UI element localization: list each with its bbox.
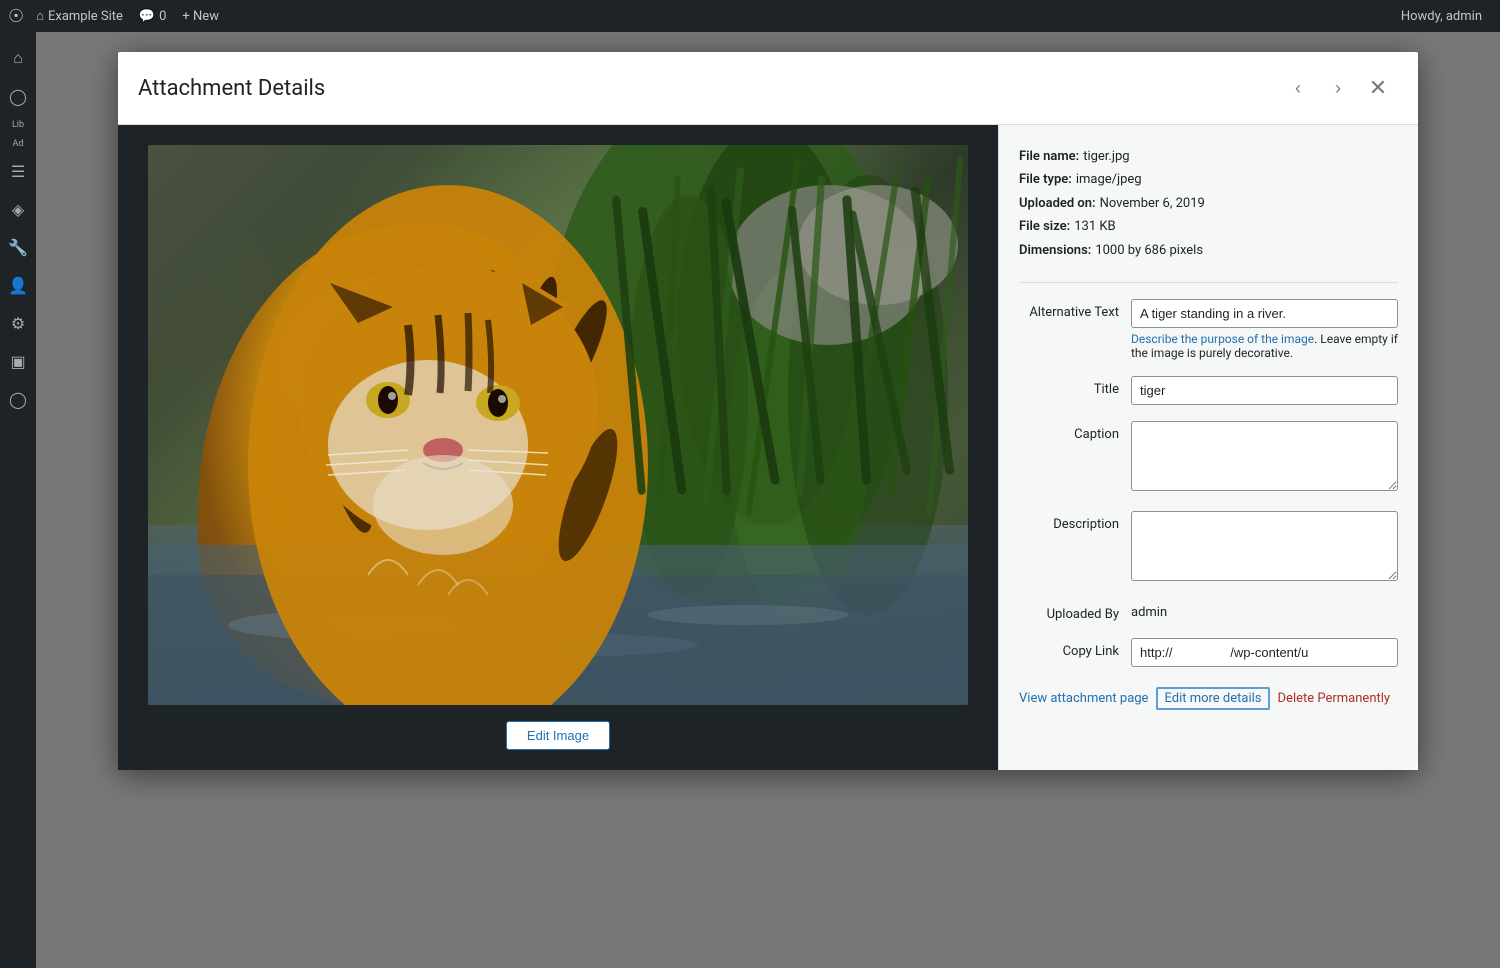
attachment-modal: Attachment Details ‹ › ✕ — [118, 52, 1418, 770]
sidebar-item-lib[interactable]: Lib — [10, 116, 26, 135]
copy-link-input[interactable] — [1131, 638, 1398, 667]
sidebar-icon-users[interactable]: 👤 — [0, 268, 36, 304]
copy-link-field-row: Copy Link — [1019, 638, 1398, 667]
copy-link-label: Copy Link — [1019, 638, 1119, 659]
image-panel: Edit Image — [118, 125, 998, 770]
edit-more-details-link[interactable]: Edit more details — [1156, 687, 1269, 710]
description-textarea[interactable] — [1131, 511, 1398, 581]
sidebar-icon-home[interactable]: ⌂ — [0, 40, 36, 76]
home-icon: ⌂ — [36, 8, 44, 24]
details-panel: File name: tiger.jpg File type: image/jp… — [998, 125, 1418, 770]
dimensions-label: Dimensions: — [1019, 239, 1091, 262]
modal-header: Attachment Details ‹ › ✕ — [118, 52, 1418, 125]
view-attachment-link[interactable]: View attachment page — [1019, 691, 1148, 706]
alt-text-input[interactable] — [1131, 299, 1398, 328]
modal-overlay: Attachment Details ‹ › ✕ — [36, 32, 1500, 968]
adminbar-site-link[interactable]: ⌂ Example Site — [28, 0, 131, 32]
alt-text-field-row: Alternative Text Describe the purpose of… — [1019, 299, 1398, 360]
sidebar-icon-tags[interactable]: ◈ — [0, 192, 36, 228]
sidebar-icon-pages[interactable]: ☰ — [0, 154, 36, 190]
dimensions-value: 1000 by 686 pixels — [1095, 239, 1203, 262]
file-size-label: File size: — [1019, 215, 1070, 238]
wp-logo[interactable]: ☉ — [8, 6, 24, 27]
title-field-row: Title — [1019, 376, 1398, 405]
title-label: Title — [1019, 376, 1119, 397]
modal-body: Edit Image File name: tiger.jpg File typ… — [118, 125, 1418, 770]
file-type-label: File type: — [1019, 168, 1072, 191]
title-input-wrap — [1131, 376, 1398, 405]
prev-attachment-button[interactable]: ‹ — [1278, 68, 1318, 108]
alt-text-help-link[interactable]: Describe the purpose of the image — [1131, 332, 1314, 346]
copy-link-input-wrap — [1131, 638, 1398, 667]
uploaded-on-value: November 6, 2019 — [1100, 192, 1205, 215]
edit-image-button[interactable]: Edit Image — [506, 721, 610, 750]
sidebar-icon-circle[interactable]: ◯ — [0, 382, 36, 418]
adminbar-howdy: Howdy, admin — [1391, 9, 1492, 24]
uploaded-by-value: admin — [1131, 599, 1167, 620]
file-name-value: tiger.jpg — [1083, 145, 1129, 168]
alt-text-help-text: Describe the purpose of the image. Leave… — [1131, 332, 1398, 360]
adminbar-new[interactable]: + New — [174, 0, 227, 32]
modal-title: Attachment Details — [138, 76, 1278, 101]
file-type-value: image/jpeg — [1076, 168, 1142, 191]
file-info-section: File name: tiger.jpg File type: image/jp… — [1019, 145, 1398, 262]
admin-bar: ☉ ⌂ Example Site 💬 0 + New Howdy, admin — [0, 0, 1500, 32]
uploaded-by-value-wrap: admin — [1131, 601, 1398, 620]
chevron-left-icon: ‹ — [1295, 78, 1301, 99]
close-modal-button[interactable]: ✕ — [1358, 68, 1398, 108]
attachment-image — [148, 145, 968, 705]
description-label: Description — [1019, 511, 1119, 532]
caption-input-wrap — [1131, 421, 1398, 495]
sidebar-item-add[interactable]: Ad — [11, 135, 26, 154]
caption-label: Caption — [1019, 421, 1119, 442]
sidebar-icon-tools[interactable]: 🔧 — [0, 230, 36, 266]
comments-icon: 💬 — [139, 9, 155, 24]
adminbar-comments[interactable]: 💬 0 — [131, 0, 175, 32]
uploaded-on-label: Uploaded on: — [1019, 192, 1096, 215]
close-icon: ✕ — [1369, 75, 1387, 101]
file-name-label: File name: — [1019, 145, 1079, 168]
footer-links: View attachment page Edit more details D… — [1019, 687, 1398, 710]
alt-text-input-wrap: Describe the purpose of the image. Leave… — [1131, 299, 1398, 360]
caption-field-row: Caption — [1019, 421, 1398, 495]
description-input-wrap — [1131, 511, 1398, 585]
edit-image-button-container: Edit Image — [506, 721, 610, 750]
file-size-value: 131 KB — [1074, 215, 1115, 238]
uploaded-by-label: Uploaded By — [1019, 601, 1119, 622]
title-input[interactable] — [1131, 376, 1398, 405]
caption-textarea[interactable] — [1131, 421, 1398, 491]
delete-permanently-link[interactable]: Delete Permanently — [1278, 691, 1391, 706]
sidebar-icon-customize[interactable]: ◯ — [0, 78, 36, 114]
uploaded-by-field-row: Uploaded By admin — [1019, 601, 1398, 622]
alt-text-label: Alternative Text — [1019, 299, 1119, 320]
description-field-row: Description — [1019, 511, 1398, 585]
next-attachment-button[interactable]: › — [1318, 68, 1358, 108]
sidebar: ⌂ ◯ Lib Ad ☰ ◈ 🔧 👤 ⚙ ▣ ◯ — [0, 32, 36, 968]
sidebar-icon-settings[interactable]: ⚙ — [0, 306, 36, 342]
chevron-right-icon: › — [1335, 78, 1341, 99]
sidebar-icon-stats[interactable]: ▣ — [0, 344, 36, 380]
main-content: Attachment Details ‹ › ✕ — [36, 32, 1500, 968]
